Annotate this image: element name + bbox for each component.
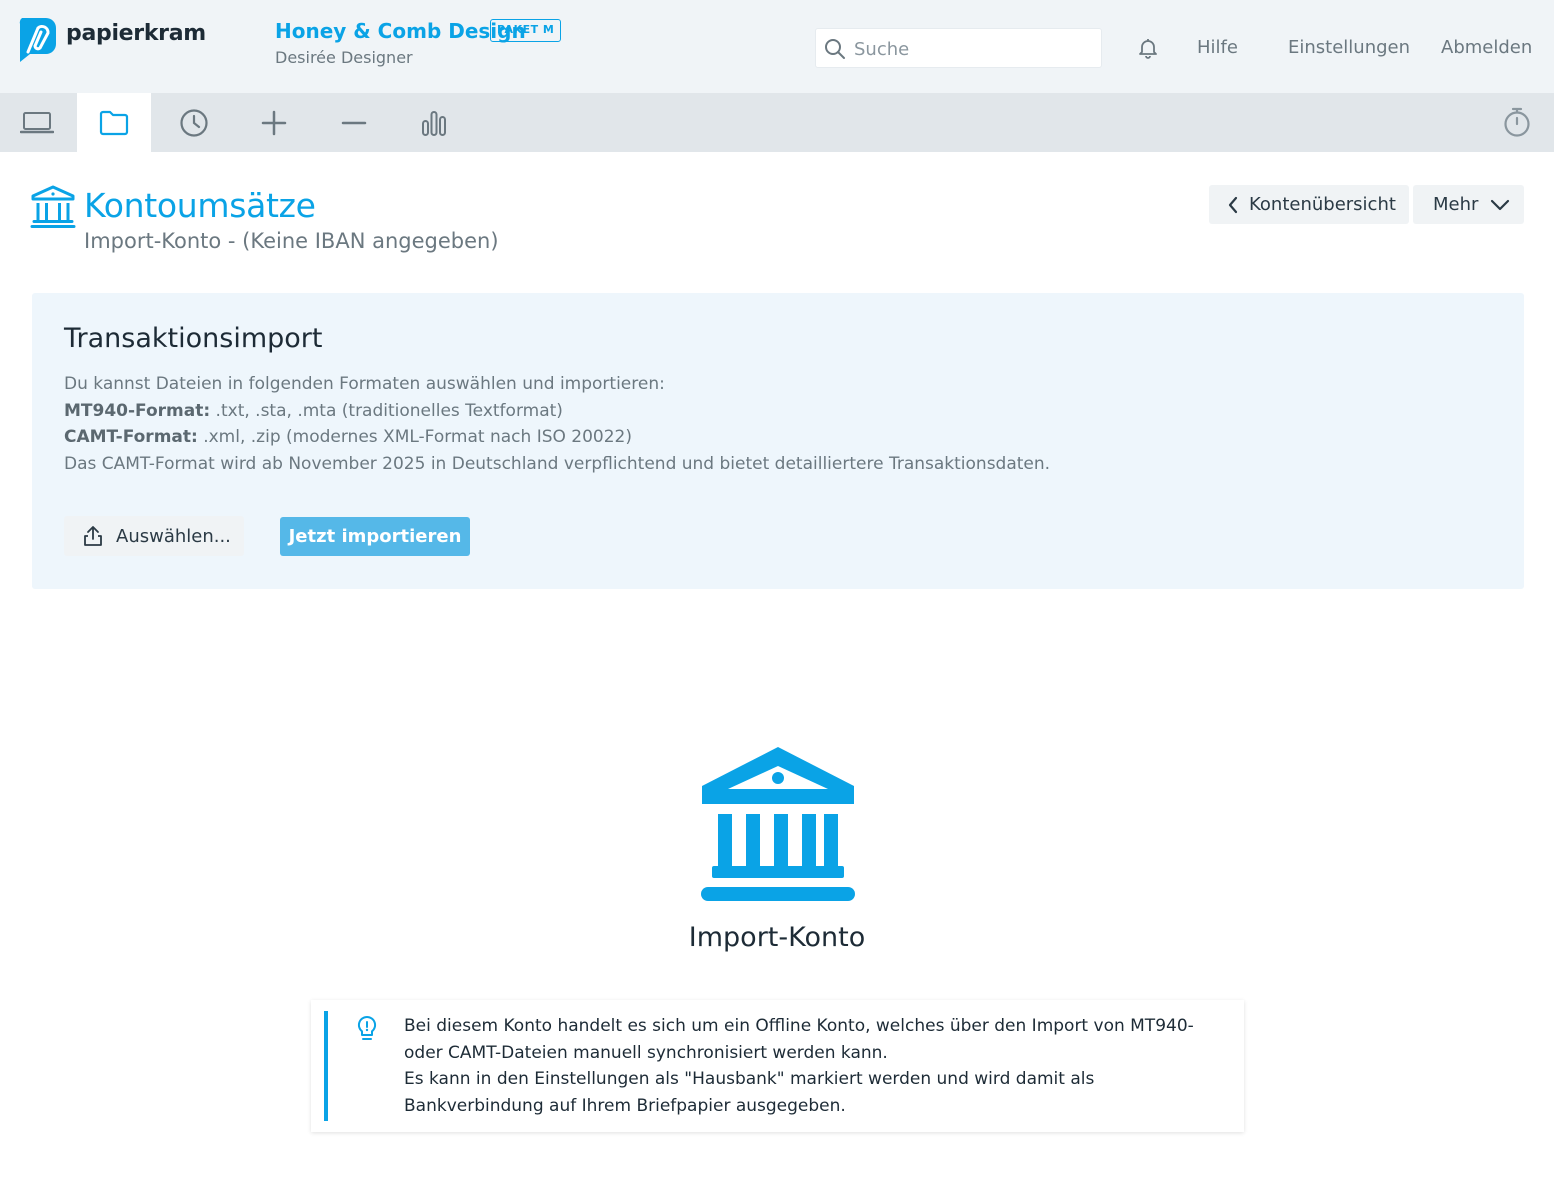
user-name: Desirée Designer	[275, 48, 413, 67]
company-name[interactable]: Honey & Comb Design	[275, 19, 526, 43]
info-accent-bar	[324, 1011, 328, 1121]
lightbulb-icon	[357, 1015, 377, 1040]
import-panel-description: Du kannst Dateien in folgenden Formaten …	[64, 371, 1364, 477]
mt940-format-line: MT940-Format: .txt, .sta, .mta (traditio…	[64, 398, 1364, 425]
info-line-1: Bei diesem Konto handelt es sich um ein …	[404, 1016, 1194, 1063]
upload-icon	[84, 526, 102, 546]
documents-tab[interactable]	[77, 93, 151, 152]
chevron-left-icon	[1228, 196, 1238, 213]
search-input[interactable]	[854, 35, 1094, 63]
more-dropdown-button[interactable]: Mehr	[1413, 185, 1524, 224]
chevron-down-icon	[1491, 199, 1510, 210]
camt-note: Das CAMT-Format wird ab November 2025 in…	[64, 453, 1051, 474]
plus-icon	[261, 110, 287, 135]
brand-name[interactable]: papierkram	[66, 21, 206, 46]
search-icon	[825, 39, 845, 59]
main-toolbar	[0, 93, 1554, 152]
plan-badge: PAKET M	[490, 19, 562, 42]
laptop-icon	[20, 111, 54, 133]
account-overview-button[interactable]: Kontenübersicht	[1209, 185, 1409, 224]
top-header: papierkram Honey & Comb Design PAKET M D…	[0, 0, 1554, 93]
bar-chart-icon	[422, 110, 446, 136]
page-subtitle: Import-Konto - (Keine IBAN angegeben)	[84, 229, 499, 253]
info-line-2: Es kann in den Einstellungen als "Hausba…	[404, 1069, 1095, 1116]
dashboard-tab[interactable]	[0, 93, 74, 152]
help-link[interactable]: Hilfe	[1197, 37, 1238, 58]
mt940-format-text: .txt, .sta, .mta (traditionelles Textfor…	[210, 400, 563, 421]
account-overview-label: Kontenübersicht	[1249, 194, 1396, 215]
papierkram-logo-icon[interactable]	[16, 18, 56, 62]
import-now-button[interactable]: Jetzt importieren	[280, 517, 470, 556]
mt940-format-label: MT940-Format:	[64, 400, 211, 421]
select-file-button[interactable]: Auswählen...	[64, 516, 244, 556]
camt-format-label: CAMT-Format:	[64, 427, 198, 447]
search-box[interactable]	[815, 28, 1102, 68]
minus-icon	[341, 121, 367, 124]
bell-icon[interactable]	[1137, 37, 1159, 59]
select-file-label: Auswählen...	[116, 525, 231, 547]
income-tab[interactable]	[237, 93, 311, 152]
bank-icon	[30, 185, 76, 228]
reports-tab[interactable]	[397, 93, 471, 152]
import-intro: Du kannst Dateien in folgenden Formaten …	[64, 374, 665, 394]
camt-format-text: .xml, .zip (modernes XML-Format nach ISO…	[197, 427, 632, 447]
folder-icon	[99, 110, 129, 135]
settings-link[interactable]: Einstellungen	[1288, 37, 1410, 58]
stopwatch-icon[interactable]	[1500, 105, 1534, 139]
info-text: Bei diesem Konto handelt es sich um ein …	[404, 1013, 1204, 1119]
expenses-tab[interactable]	[317, 93, 391, 152]
time-tab[interactable]	[157, 93, 231, 152]
account-name: Import-Konto	[688, 922, 866, 953]
transaction-import-panel: Transaktionsimport Du kannst Dateien in …	[32, 293, 1524, 589]
clock-icon	[180, 108, 208, 137]
page-title: Kontoumsätze	[84, 186, 316, 225]
logout-link[interactable]: Abmelden	[1441, 37, 1532, 58]
import-panel-title: Transaktionsimport	[64, 323, 323, 354]
camt-format-line: CAMT-Format: .xml, .zip (modernes XML-Fo…	[64, 424, 1364, 451]
offline-account-info: Bei diesem Konto handelt es sich um ein …	[311, 1000, 1244, 1132]
more-label: Mehr	[1433, 194, 1479, 215]
bank-large-icon	[701, 747, 855, 901]
